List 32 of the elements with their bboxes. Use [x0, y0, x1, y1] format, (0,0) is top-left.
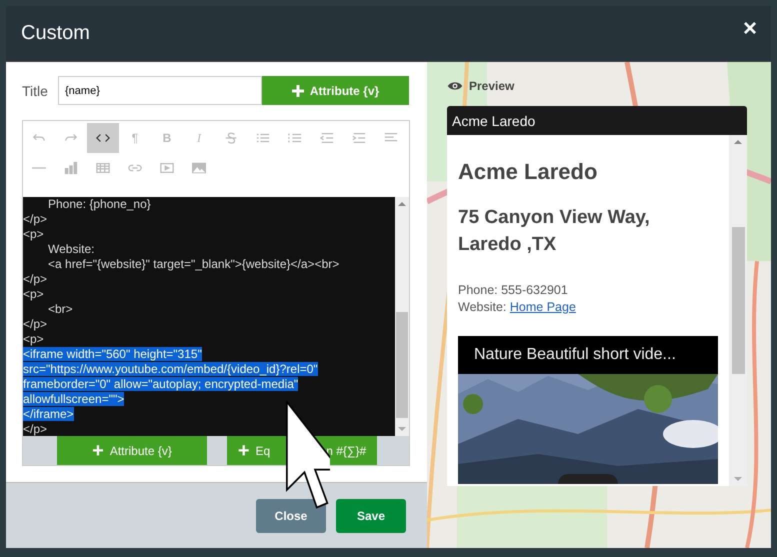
insert-button[interactable]: + Attribute {v}	[57, 436, 207, 465]
video-icon	[160, 161, 174, 175]
outdent-icon	[320, 131, 334, 145]
code-line: </p>	[23, 272, 48, 286]
image-icon	[192, 161, 206, 175]
code-line: Phone: {phone_no}	[48, 197, 151, 211]
code-editor[interactable]	[23, 197, 409, 436]
scrollbar[interactable]	[395, 197, 409, 436]
code-line: <p>	[23, 332, 44, 346]
code-line: </p>	[23, 317, 48, 331]
code-line: Website:	[48, 242, 94, 256]
code-line: </p>	[23, 212, 48, 226]
dialog-title: Custom	[21, 22, 90, 45]
plus-icon	[292, 84, 304, 96]
table-icon	[96, 161, 110, 175]
numbered-list-icon	[288, 131, 302, 145]
code-line: <p>	[23, 287, 44, 301]
code-button[interactable]	[87, 123, 119, 153]
code-line: <p>	[23, 227, 44, 241]
strikethrough-icon	[224, 131, 238, 145]
attribute-button[interactable]: Attribute {v}	[262, 76, 409, 105]
bar-chart-icon	[64, 161, 78, 175]
code-line: </p>	[23, 422, 48, 436]
bullet-list-icon	[256, 131, 270, 145]
title-label: Title	[22, 82, 49, 98]
indent-icon	[352, 131, 366, 145]
save-button[interactable]: Save	[336, 498, 406, 532]
code-line: <br>	[48, 302, 73, 316]
code-line: <a href="{website}" target="_blank">{website}</a><br>	[48, 257, 340, 271]
title-field[interactable]: {name}	[58, 76, 262, 105]
close-button[interactable]: ×	[742, 16, 757, 40]
close-button[interactable]: Close	[256, 498, 326, 532]
